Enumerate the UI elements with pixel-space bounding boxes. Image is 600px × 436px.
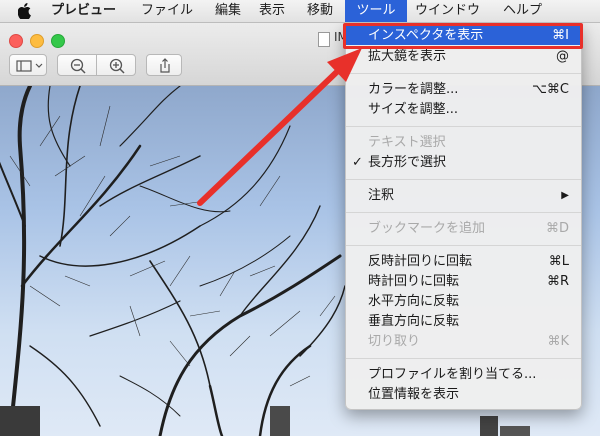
menu-item-flip-horizontal[interactable]: 水平方向に反転 [346, 292, 581, 311]
menu-bar: プレビュー ファイル 編集 表示 移動 ツール ウインドウ ヘルプ [0, 0, 600, 23]
fullscreen-button[interactable] [51, 34, 65, 48]
menu-separator [346, 245, 581, 246]
annotation-highlight-box [343, 23, 583, 49]
menu-separator [346, 73, 581, 74]
document-icon [318, 32, 330, 47]
menu-item-show-magnifier[interactable]: 拡大鏡を表示 @ [346, 47, 581, 66]
menu-app-preview[interactable]: プレビュー [51, 0, 116, 22]
zoom-out-button[interactable] [57, 54, 97, 76]
menu-item-adjust-color[interactable]: カラーを調整... ⌥⌘C [346, 80, 581, 99]
sidebar-toggle-button[interactable] [9, 54, 47, 76]
menu-item-rotate-left[interactable]: 反時計回りに回転 ⌘L [346, 252, 581, 271]
menu-view[interactable]: 表示 [259, 0, 285, 22]
menu-item-text-selection: テキスト選択 [368, 135, 446, 150]
menu-separator [346, 126, 581, 127]
minimize-button[interactable] [30, 34, 44, 48]
menu-edit[interactable]: 編集 [215, 0, 241, 22]
menu-item-annotate[interactable]: 注釈 ▶ [346, 186, 581, 205]
menu-item-show-location[interactable]: 位置情報を表示 [346, 385, 581, 404]
zoom-out-icon [70, 58, 86, 74]
share-button[interactable] [146, 54, 182, 76]
zoom-in-icon [109, 58, 125, 74]
tools-menu-dropdown: インスペクタを表示 ⌘I 拡大鏡を表示 @ カラーを調整... ⌥⌘C サイズを… [345, 23, 582, 410]
menu-go[interactable]: 移動 [307, 0, 333, 22]
close-button[interactable] [9, 34, 23, 48]
menu-item-adjust-size[interactable]: サイズを調整... [346, 100, 581, 119]
menu-window[interactable]: ウインドウ [415, 0, 480, 22]
menu-item-rotate-right[interactable]: 時計回りに回転 ⌘R [346, 272, 581, 291]
menu-item-rectangular-selection[interactable]: ✓ 長方形で選択 [346, 153, 581, 172]
submenu-arrow-icon: ▶ [561, 190, 569, 201]
sidebar-icon [16, 60, 43, 72]
menu-separator [346, 212, 581, 213]
menu-help[interactable]: ヘルプ [503, 0, 542, 22]
menu-separator [346, 358, 581, 359]
apple-icon[interactable] [18, 3, 32, 19]
menu-tools[interactable]: ツール [345, 0, 407, 22]
menu-file[interactable]: ファイル [141, 0, 193, 22]
menu-separator [346, 179, 581, 180]
menu-item-flip-vertical[interactable]: 垂直方向に反転 [346, 312, 581, 331]
menu-item-assign-profile[interactable]: プロファイルを割り当てる... [346, 365, 581, 384]
menu-item-crop: 切り取り ⌘K [368, 334, 569, 349]
zoom-in-button[interactable] [96, 54, 136, 76]
share-icon [160, 58, 170, 73]
menu-item-add-bookmark: ブックマークを追加 ⌘D [368, 221, 569, 236]
checkmark-icon: ✓ [352, 155, 363, 170]
